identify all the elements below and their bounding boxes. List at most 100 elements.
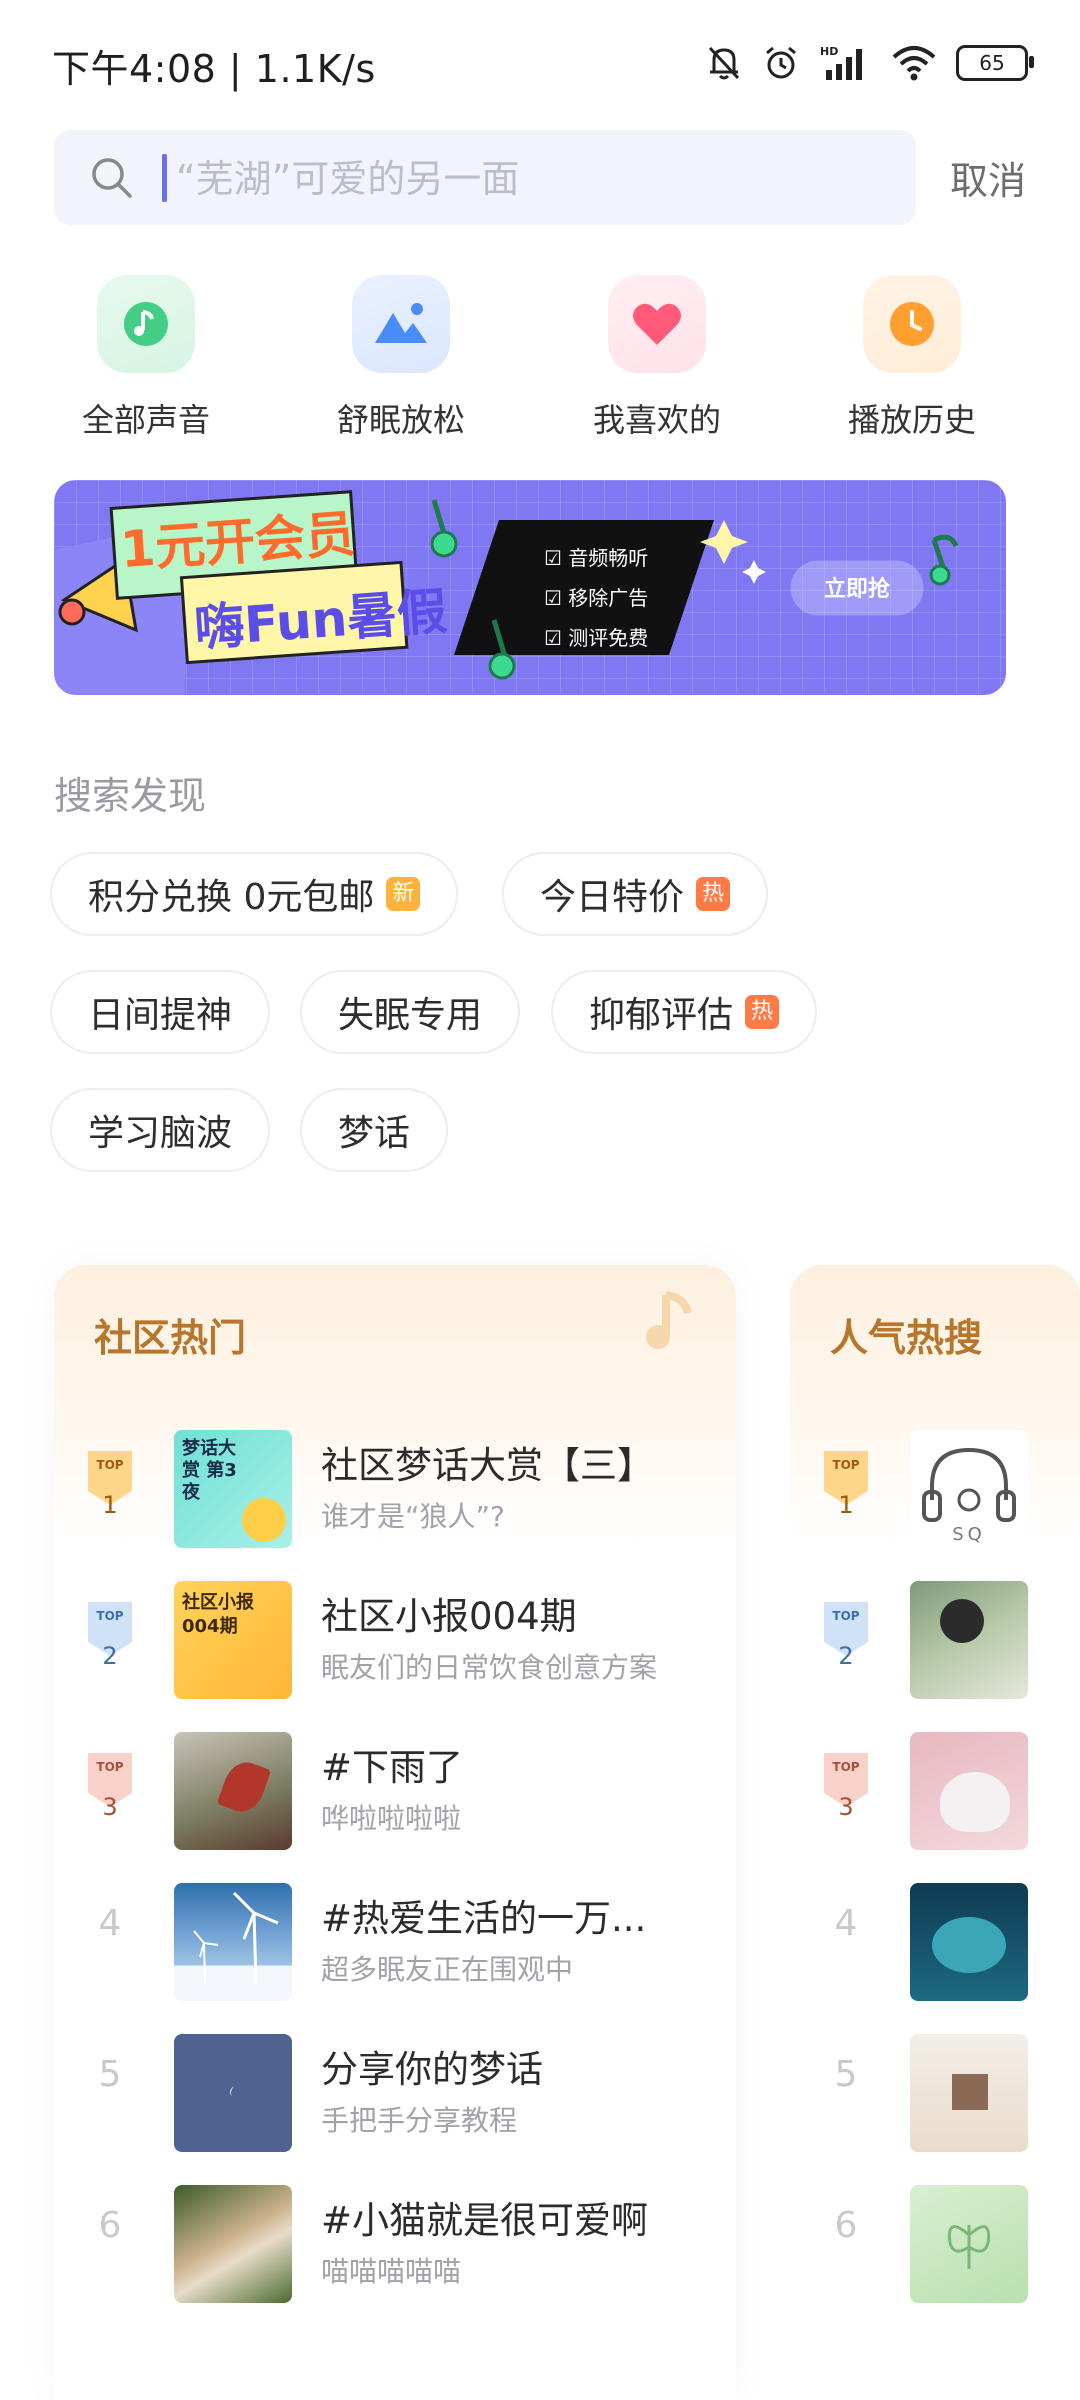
bell-off-icon [708,46,740,80]
thumb-image [910,2034,1028,2152]
battery-level: 65 [979,51,1005,75]
popular-search-panel: 人气热搜 TOP 1 SQ TOP 2 TOP 3 4 5 6 [790,1265,1080,2400]
row-subtitle: 谁才是“狼人”? [321,1500,505,1533]
thumb-image [910,1883,1028,2001]
community-row[interactable]: 4 #热爱生活的一万... 超多眠友正在围观中 [54,1858,736,2008]
search-bar: 取消 [54,130,1026,225]
cat-shape [940,1772,1010,1832]
rank-number: 3 [838,1793,854,1821]
quick-sleep-relax[interactable]: 舒眠放松 [311,275,491,441]
thumb-image [174,2185,292,2303]
row-subtitle: 喵喵喵喵喵 [321,2255,462,2288]
mountain-icon [352,275,450,373]
popular-row[interactable]: TOP 2 [790,1556,1080,1706]
svg-text:HD: HD [820,45,838,58]
music-note-decor-icon [929,534,959,586]
butterfly-icon [947,2225,991,2269]
thumb-text: 社区小报 004期 [182,1592,254,1637]
row-subtitle: 手把手分享教程 [321,2104,518,2137]
community-row[interactable]: TOP 2 社区小报 004期 社区小报004期 眠友们的日常饮食创意方案 [54,1556,736,1706]
quick-all-sounds[interactable]: 全部声音 [56,275,236,441]
new-badge: 新 [386,877,421,911]
community-row[interactable]: 5 分享你的梦话 手把手分享教程 [54,2009,736,2159]
popular-row[interactable]: 4 [790,1858,1080,2008]
row-title: 社区梦话大赏【三】 [321,1444,654,1487]
row-subtitle: 眠友们的日常饮食创意方案 [321,1651,658,1684]
status-bar: 下午4:08 | 1.1K/s HD 65 [0,0,1080,120]
panel-title: 人气热搜 [830,1316,983,1360]
thumb-image [174,2034,292,2152]
alarm-icon [766,46,796,79]
quick-history[interactable]: 播放历史 [822,275,1002,441]
banner-cta-button[interactable]: 立即抢 [792,571,922,603]
thumb-image [910,1581,1028,1699]
community-hot-panel: 社区热门 TOP 1 梦话大赏 第3夜 社区梦话大赏【三】 谁才是“狼人”? T… [54,1265,736,2400]
thumb-text: 梦话大赏 第3夜 [182,1438,237,1503]
row-subtitle: 超多眠友正在围观中 [321,1953,574,1986]
search-icon [92,158,132,198]
hot-badge: 热 [696,877,731,911]
quick-label: 舒眠放松 [336,401,465,439]
chip-study-brainwave[interactable]: 学习脑波 [50,1088,271,1172]
row-title: 社区小报004期 [321,1595,577,1638]
chip-today-deal[interactable]: 今日特价热 [502,852,769,936]
chip-depression-test[interactable]: 抑郁评估热 [551,970,818,1054]
popular-row[interactable]: TOP 1 SQ [790,1405,1080,1555]
rank-number: 2 [102,1642,118,1670]
chip-daytime-energy[interactable]: 日间提神 [50,970,271,1054]
popular-row[interactable]: 6 [790,2160,1080,2310]
quick-label: 全部声音 [81,401,210,439]
banner-features: ☑ 音频畅听 ☑ 移除广告 ☑ 测评免费 [544,538,648,658]
wind-turbine-icon [193,1891,279,1984]
community-row[interactable]: TOP 3 #下雨了 哗啦啦啦啦 [54,1707,736,1857]
thumb-image: 社区小报 004期 [174,1581,292,1699]
panel-title: 社区热门 [94,1316,247,1360]
rank-number: 4 [98,1903,122,1944]
row-title: #下雨了 [321,1746,464,1789]
svg-text:TOP: TOP [832,1760,859,1774]
red-leaf [216,1756,272,1818]
row-subtitle: 哗啦啦啦啦 [321,1802,462,1835]
rank-number: 5 [834,2054,858,2095]
search-box[interactable] [54,130,916,225]
chip-insomnia[interactable]: 失眠专用 [300,970,521,1054]
status-time: 下午4:08 | 1.1K/s [52,47,376,91]
community-row[interactable]: 6 #小猫就是很可爱啊 喵喵喵喵喵 [54,2160,736,2310]
discover-title: 搜索发现 [54,774,207,818]
clock-icon [863,275,961,373]
music-note-decor-icon [430,499,458,558]
quick-favorites[interactable]: 我喜欢的 [567,275,747,441]
text-cursor [162,154,167,202]
banner-feature: ☑ 测评免费 [544,626,649,650]
thumb-image: SQ [910,1430,1028,1548]
community-row[interactable]: TOP 1 梦话大赏 第3夜 社区梦话大赏【三】 谁才是“狼人”? [54,1405,736,1555]
moon-icon [230,2086,234,2098]
svg-text:TOP: TOP [832,1609,859,1623]
quick-actions: 全部声音 舒眠放松 我喜欢的 播放历史 [0,275,1080,445]
music-note-icon [97,275,195,373]
status-icons: HD 65 [706,38,1034,88]
emoji-face [242,1498,286,1542]
thumb-image [174,1732,292,1850]
hut-shape [952,2074,988,2110]
banner-feature: ☑ 移除广告 [544,586,649,610]
popular-row[interactable]: TOP 3 [790,1707,1080,1857]
wifi-icon [892,46,936,81]
rank-number: 3 [102,1793,118,1821]
cancel-button[interactable]: 取消 [950,150,1026,205]
tree-shape [932,1917,1006,1973]
svg-text:TOP: TOP [832,1458,859,1472]
row-title: #小猫就是很可爱啊 [321,2199,649,2242]
hot-badge: 热 [745,995,780,1029]
rank-number: 4 [834,1903,858,1944]
thumb-image: 梦话大赏 第3夜 [174,1430,292,1548]
rank-number: 2 [838,1642,854,1670]
popular-row[interactable]: 5 [790,2009,1080,2159]
chip-points-exchange[interactable]: 积分兑换 0元包邮新 [50,852,459,936]
rank-number: 6 [98,2205,122,2246]
rank-number: 1 [838,1491,854,1519]
search-input[interactable] [174,148,878,210]
promo-banner[interactable]: 1元开会员 嗨Fun暑假 ☑ 音频畅听 ☑ 移除广告 ☑ 测评免费 立即抢 [54,480,1006,695]
thumb-text: SQ [952,1524,986,1545]
chip-sleep-talk[interactable]: 梦话 [300,1088,449,1172]
